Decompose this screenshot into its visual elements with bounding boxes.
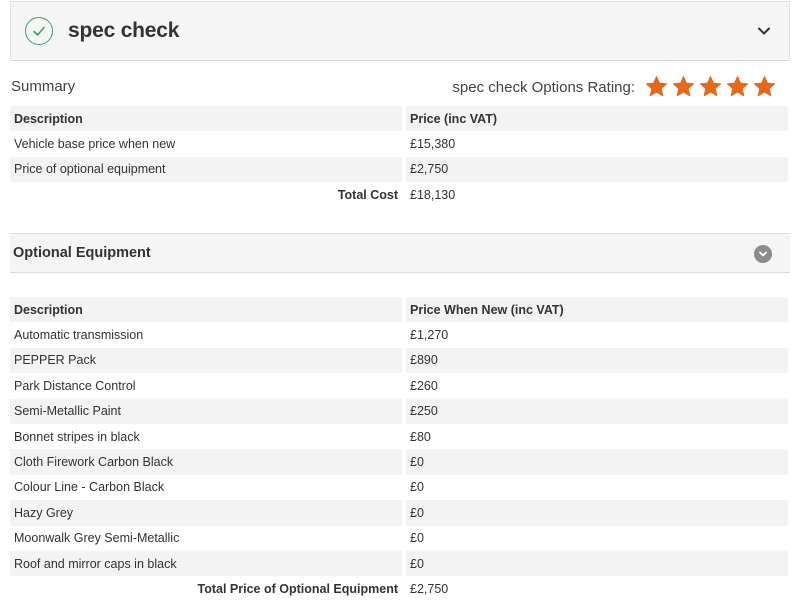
row-price: £0 [406, 550, 788, 577]
star-icon [672, 76, 695, 97]
row-price: £0 [410, 480, 424, 495]
column-header-price: Price (inc VAT) [406, 106, 788, 132]
table-row: Colour Line - Carbon Black £0 [10, 474, 788, 501]
row-price: £890 [406, 347, 788, 374]
star-icon [699, 76, 722, 97]
total-row: Total Cost £18,130 [10, 182, 788, 208]
row-description: Roof and mirror caps in black [10, 550, 402, 577]
total-label: Total Cost [337, 187, 398, 202]
row-price: £0 [406, 449, 788, 475]
table-row: Automatic transmission £1,270 [10, 322, 788, 348]
star-rating [645, 75, 776, 98]
table-row: PEPPER Pack £890 [10, 347, 788, 374]
column-header-description: Description [10, 297, 402, 323]
check-circle-icon [25, 17, 53, 45]
rating-label: spec check Options Rating: [452, 79, 635, 96]
optional-equipment-table: Description Price When New (inc VAT) Aut… [10, 297, 788, 600]
table-row: Bonnet stripes in black £80 [10, 423, 788, 450]
row-description: Moonwalk Grey Semi-Metallic [14, 531, 180, 546]
row-description: Automatic transmission [14, 328, 144, 343]
column-header-price: Price When New (inc VAT) [406, 297, 788, 323]
table-row: Park Distance Control £260 [10, 373, 788, 399]
table-row: Vehicle base price when new £15,380 [10, 131, 788, 157]
row-description: Semi-Metallic Paint [10, 398, 402, 424]
chevron-down-circle-icon[interactable] [754, 245, 772, 263]
table-header-row: Description Price (inc VAT) [10, 106, 788, 132]
table-row: Moonwalk Grey Semi-Metallic £0 [10, 525, 788, 551]
column-header-description: Description [10, 106, 402, 132]
total-label: Total Price of Optional Equipment [197, 581, 398, 596]
row-price: £0 [410, 531, 424, 546]
row-description: Hazy Grey [10, 500, 402, 526]
table-row: Semi-Metallic Paint £250 [10, 398, 788, 424]
row-description: Price of optional equipment [10, 156, 402, 183]
spec-check-header[interactable]: spec check [10, 1, 790, 61]
row-description: Colour Line - Carbon Black [14, 480, 165, 495]
row-price: £1,270 [410, 328, 449, 343]
chevron-down-icon[interactable] [756, 23, 772, 39]
row-description: PEPPER Pack [10, 347, 402, 374]
optional-equipment-title: Optional Equipment [13, 245, 151, 261]
table-row: Price of optional equipment £2,750 [10, 156, 788, 183]
table-row: Hazy Grey £0 [10, 500, 788, 526]
star-icon [753, 76, 776, 97]
table-row: Roof and mirror caps in black £0 [10, 550, 788, 577]
row-price: £2,750 [406, 156, 788, 183]
total-value: £18,130 [410, 187, 456, 202]
row-price: £80 [410, 429, 431, 444]
summary-bar: Summary spec check Options Rating: [10, 72, 790, 104]
summary-label: Summary [11, 78, 76, 95]
row-description: Cloth Firework Carbon Black [10, 449, 402, 475]
total-value: £2,750 [410, 581, 449, 596]
panel-title: spec check [68, 19, 180, 42]
row-price: £260 [410, 378, 438, 393]
row-description: Park Distance Control [14, 378, 136, 393]
row-description: Vehicle base price when new [14, 137, 176, 152]
star-icon [726, 76, 749, 97]
total-row: Total Price of Optional Equipment £2,750 [10, 576, 788, 600]
row-description: Bonnet stripes in black [14, 429, 140, 444]
summary-table: Description Price (inc VAT) Vehicle base… [10, 106, 788, 208]
optional-equipment-header[interactable]: Optional Equipment [10, 233, 790, 273]
row-price: £0 [406, 500, 788, 526]
table-header-row: Description Price When New (inc VAT) [10, 297, 788, 323]
star-icon [645, 76, 668, 97]
table-row: Cloth Firework Carbon Black £0 [10, 449, 788, 475]
row-price: £15,380 [410, 137, 456, 152]
row-price: £250 [406, 398, 788, 424]
